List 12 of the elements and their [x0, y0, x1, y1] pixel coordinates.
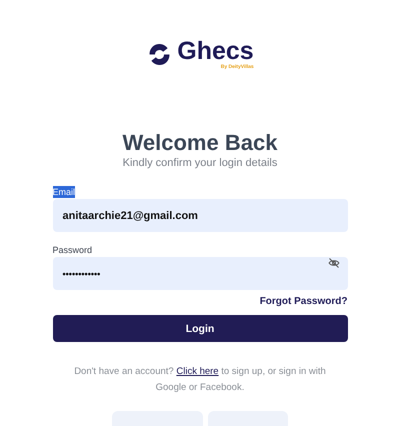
login-button[interactable]: Login [52, 315, 348, 342]
email-field[interactable]: anitaarchie21@gmail.com [52, 199, 348, 232]
password-field[interactable]: •••••••••••• [52, 257, 348, 290]
page-subtitle: Kindly confirm your login details [122, 156, 278, 170]
forgot-password-link[interactable]: Forgot Password? [260, 296, 348, 307]
email-label: Email [52, 186, 76, 198]
page-title: Welcome Back [122, 130, 278, 156]
eye-slash-icon[interactable] [328, 257, 340, 269]
logo-wordmark: Ghecs [177, 38, 254, 64]
password-label: Password [52, 244, 92, 256]
signup-text: Don't have an account? Click here to sign up, or sign in with Google or Facebook. [73, 365, 327, 395]
click-here-link[interactable]: Click here [176, 366, 219, 377]
